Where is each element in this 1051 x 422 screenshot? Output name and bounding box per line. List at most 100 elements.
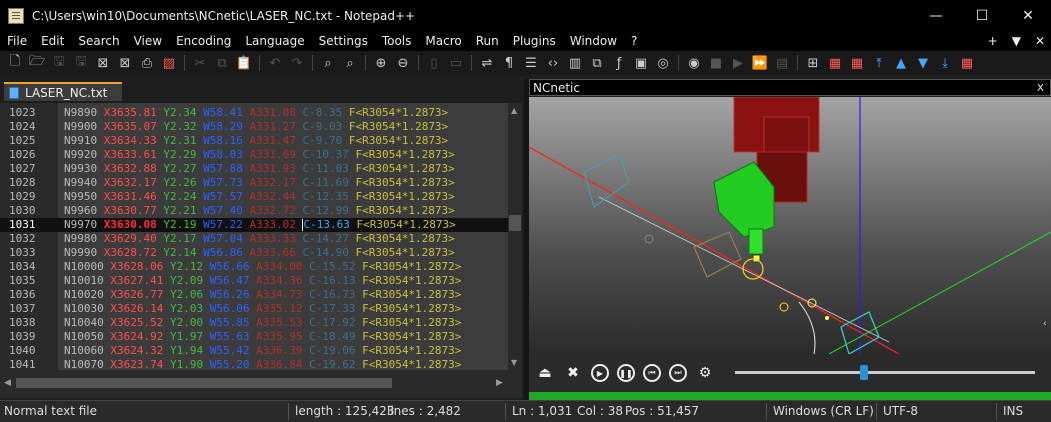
document-list-icon[interactable]: ⧉ [588, 54, 606, 72]
close-tab-button[interactable]: ✕ [1035, 34, 1045, 48]
zoom-out-icon[interactable]: ⊖ [394, 54, 412, 72]
redo-icon[interactable]: ↷ [288, 54, 306, 72]
token-n: N10020 [64, 288, 104, 301]
eject-icon[interactable]: ⏏ [535, 363, 555, 383]
status-encoding[interactable]: UTF-8 [883, 404, 918, 418]
close-button[interactable]: ✕ [1005, 0, 1051, 31]
indent-guide-icon[interactable]: ☰ [522, 54, 540, 72]
scroll-down-icon[interactable]: ▼ [511, 358, 517, 367]
panel-close-button[interactable]: x [1037, 80, 1044, 94]
toolpath-arc [798, 301, 816, 355]
timeline-slider-knob[interactable] [860, 365, 868, 380]
play-icon[interactable]: ▶ [591, 364, 609, 382]
macro-play-icon[interactable]: ▶ [729, 54, 747, 72]
plugin-bottom-icon[interactable]: ⤓ [936, 54, 954, 72]
collapse-handle-icon[interactable]: ‹ [1043, 319, 1051, 339]
menu-settings[interactable]: Settings [312, 34, 375, 48]
settings-icon[interactable]: ⚙ [695, 363, 715, 383]
folder-workspace-icon[interactable]: ▣ [632, 54, 650, 72]
replace-icon[interactable]: ⌕ [341, 54, 359, 72]
add-tab-button[interactable]: + [988, 34, 998, 48]
menu-run[interactable]: Run [469, 34, 506, 48]
token-x: X3628.72 [103, 246, 157, 259]
status-eol[interactable]: Windows (CR LF) [773, 404, 874, 418]
xml-tag-icon[interactable]: ‹› [544, 54, 562, 72]
open-file-icon[interactable]: 🗁 [28, 54, 46, 72]
skip-back-icon[interactable]: ⏮ [643, 364, 661, 382]
token-c: C-11.03 [302, 162, 349, 175]
token-y: Y1.90 [169, 358, 204, 370]
plugin-down-icon[interactable]: ▼ [914, 54, 932, 72]
token-f: F<R3054*1.2873> [355, 176, 455, 189]
token-w: W56.06 [209, 302, 250, 315]
plugin-bookmark-icon[interactable]: ⊞ [804, 54, 822, 72]
panel-title: NCnetic [533, 80, 580, 95]
menu-plugins[interactable]: Plugins [506, 34, 563, 48]
document-map-icon[interactable]: ▥ [566, 54, 584, 72]
menu-edit[interactable]: Edit [34, 34, 71, 48]
menu-encoding[interactable]: Encoding [169, 34, 238, 48]
record-icon[interactable]: ▨ [160, 54, 178, 72]
find-icon[interactable]: ⌕ [319, 54, 337, 72]
minimize-button[interactable]: — [913, 0, 959, 31]
print-icon[interactable]: ⎙ [138, 54, 156, 72]
playback-controls: ⏏ ✖ ▶ ❚❚ ⏮ ⏭ ⚙ [529, 354, 1051, 392]
zoom-in-icon[interactable]: ⊕ [372, 54, 390, 72]
3d-viewport[interactable]: ‹ [528, 96, 1051, 355]
close-all-icon[interactable]: ⊠ [116, 54, 134, 72]
pause-icon[interactable]: ❚❚ [617, 364, 635, 382]
close-file-icon[interactable]: ⊠ [94, 54, 112, 72]
word-wrap-icon[interactable]: ⇌ [478, 54, 496, 72]
scroll-right-icon[interactable]: ▶ [496, 378, 503, 388]
menu-file[interactable]: File [0, 34, 34, 48]
horizontal-scrollbar[interactable]: ◀ ▶ [0, 370, 522, 398]
monitoring-icon[interactable]: ◎ [654, 54, 672, 72]
vertical-scroll-thumb[interactable] [509, 215, 521, 231]
plugin-up-icon[interactable]: ▲ [892, 54, 910, 72]
token-x: X3630.08 [103, 218, 157, 231]
horizontal-scroll-thumb[interactable] [16, 378, 392, 388]
function-list-icon[interactable]: ƒ [610, 54, 628, 72]
text-editor[interactable]: 1023 N9890 X3635.81 Y2.34 W58.41 A331.08 … [0, 103, 522, 370]
macro-record-icon[interactable]: ◉ [685, 54, 703, 72]
menu-search[interactable]: Search [71, 34, 126, 48]
token-w: W55.63 [209, 330, 250, 343]
tab-list-button[interactable]: ▼ [1012, 34, 1021, 48]
token-n: N10030 [64, 302, 104, 315]
undo-icon[interactable]: ↶ [266, 54, 284, 72]
cut-icon[interactable]: ✂ [191, 54, 209, 72]
copy-icon[interactable]: ⧉ [213, 54, 231, 72]
menu-window[interactable]: Window [563, 34, 624, 48]
vertical-scrollbar[interactable]: ▲ ▼ [508, 103, 522, 370]
status-separator [766, 403, 767, 420]
menu-view[interactable]: View [127, 34, 169, 48]
paste-icon[interactable]: 📋 [235, 54, 253, 72]
tab-laser-nc[interactable]: LASER_NC.txt [4, 82, 122, 101]
sync-vertical-icon[interactable]: ▯ [425, 54, 443, 72]
token-n: N9960 [64, 204, 98, 217]
macro-save-icon[interactable]: ▤ [773, 54, 791, 72]
show-all-chars-icon[interactable]: ¶ [500, 54, 518, 72]
plugin-list-icon[interactable]: ▦ [826, 54, 844, 72]
token-n: N10040 [64, 316, 104, 329]
status-insert-mode[interactable]: INS [1003, 404, 1023, 418]
sync-horizontal-icon[interactable]: ▭ [447, 54, 465, 72]
menu-tools[interactable]: Tools [375, 34, 419, 48]
scroll-left-icon[interactable]: ◀ [4, 378, 11, 388]
scroll-up-icon[interactable]: ▲ [511, 106, 517, 115]
timeline-slider[interactable] [735, 365, 1035, 380]
skip-forward-icon[interactable]: ⏭ [669, 364, 687, 382]
menu-macro[interactable]: Macro [418, 34, 468, 48]
menu-language[interactable]: Language [238, 34, 311, 48]
save-icon[interactable]: 🖫 [50, 54, 68, 72]
macro-run-multiple-icon[interactable]: ⏩ [751, 54, 769, 72]
stop-icon[interactable]: ✖ [563, 363, 583, 383]
new-file-icon[interactable]: 🗋 [6, 54, 24, 72]
maximize-button[interactable]: ☐ [959, 0, 1005, 31]
plugin-top-icon[interactable]: ⤒ [870, 54, 888, 72]
plugin-grid-icon[interactable]: ▦ [848, 54, 866, 72]
plugin-panel-icon[interactable]: ▦ [958, 54, 976, 72]
macro-stop-icon[interactable]: ■ [707, 54, 725, 72]
menu-help[interactable]: ? [624, 34, 644, 48]
save-all-icon[interactable]: 🖫 [72, 54, 90, 72]
